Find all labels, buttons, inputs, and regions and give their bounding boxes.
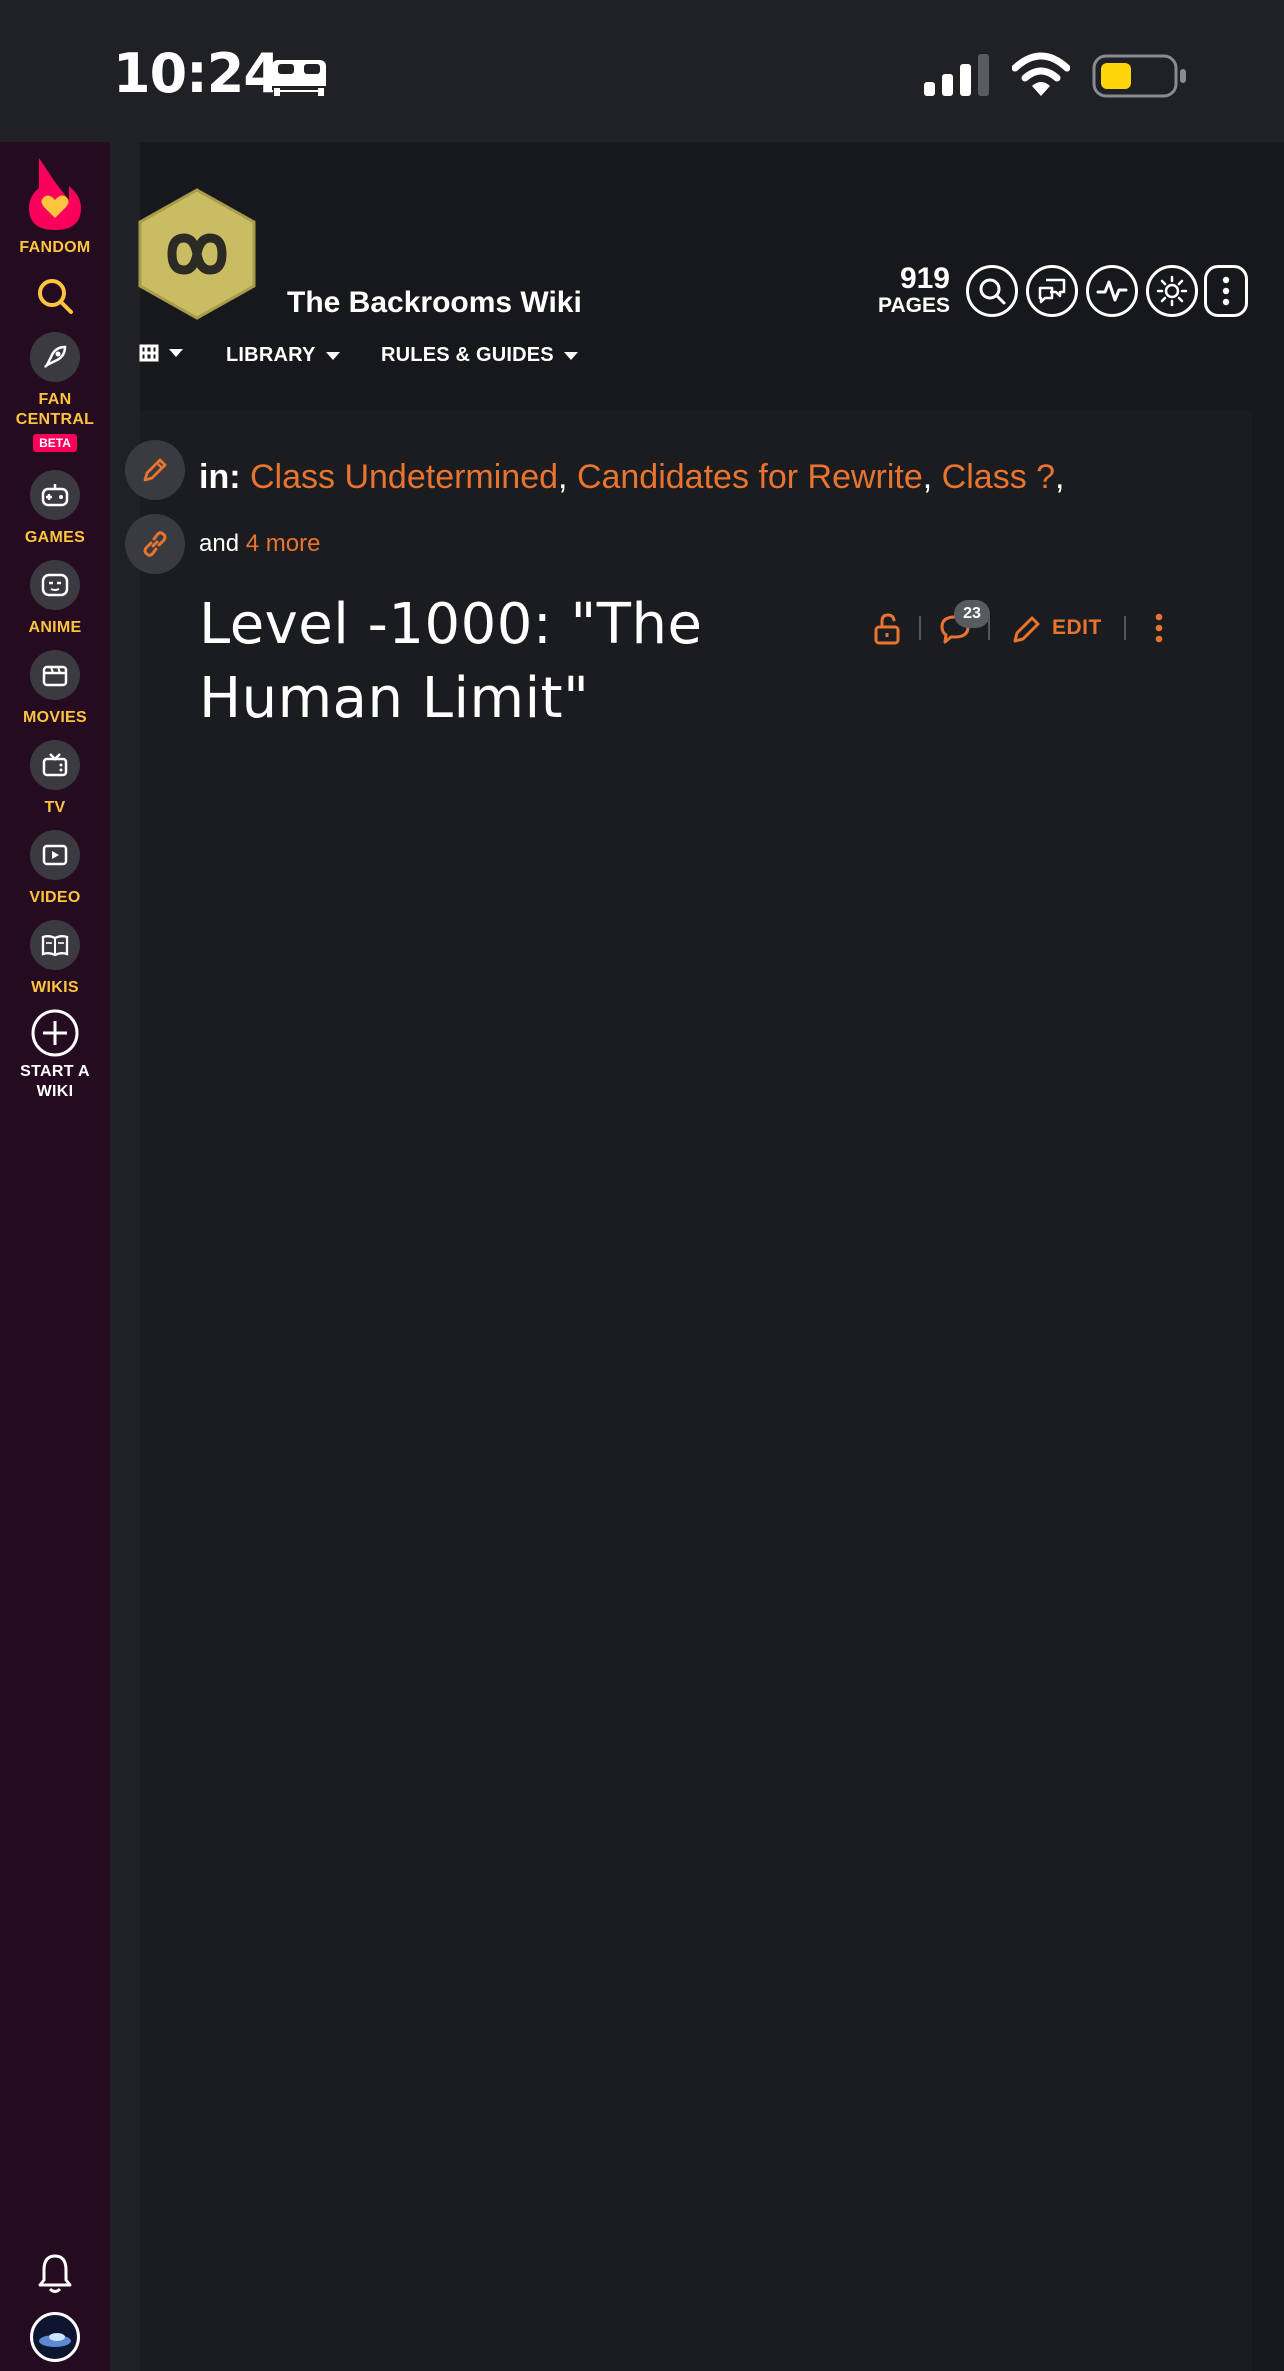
- comment-count-badge: 23: [954, 600, 990, 628]
- copy-link-button[interactable]: [125, 514, 185, 574]
- more-categories-link[interactable]: 4 more: [246, 530, 321, 557]
- user-avatar[interactable]: [30, 2312, 80, 2362]
- sidebar-item-video[interactable]: VIDEO: [0, 830, 110, 908]
- sidebar-item-wikis[interactable]: WIKIS: [0, 920, 110, 998]
- recent-activity-button[interactable]: [1086, 265, 1138, 317]
- sidebar-item-movies[interactable]: MOVIES: [0, 650, 110, 728]
- fandom-logo-icon: [29, 158, 81, 230]
- pages-count-number: 919: [899, 262, 950, 295]
- sidebar-item-label: VIDEO: [29, 889, 81, 906]
- sidebar-item-label: FAN CENTRAL: [15, 391, 95, 428]
- more-vertical-icon: [1222, 276, 1230, 306]
- category-list: in: Class Undetermined, Candidates for R…: [199, 458, 1065, 497]
- search-button[interactable]: [966, 265, 1018, 317]
- cellular-signal-icon: [924, 54, 989, 96]
- wiki-name[interactable]: The Backrooms Wiki: [287, 286, 582, 320]
- nav-wiki-menu[interactable]: [139, 344, 183, 362]
- wifi-icon: [1012, 52, 1070, 96]
- protection-lock-button[interactable]: [872, 612, 902, 646]
- sidebar-item-label: TV: [44, 799, 66, 816]
- category-link[interactable]: Candidates for Rewrite: [577, 458, 923, 496]
- sidebar-item-label: GAMES: [24, 529, 86, 546]
- action-divider: [988, 616, 990, 640]
- battery-icon: [1092, 54, 1186, 98]
- pencil-icon: [143, 458, 167, 482]
- more-vertical-icon: [1155, 613, 1163, 643]
- chevron-down-icon: [169, 349, 183, 357]
- pencil-icon: [1013, 616, 1040, 643]
- rocket-icon: [30, 332, 80, 382]
- avatar-image-icon: [39, 2333, 71, 2347]
- nav-rules-label: RULES & GUIDES: [381, 344, 554, 366]
- category-separator: ,: [1055, 458, 1065, 496]
- sun-icon: [1156, 275, 1188, 307]
- sleep-mode-icon: [272, 60, 326, 96]
- notifications-bell-icon[interactable]: [36, 2252, 74, 2294]
- pages-count-label: PAGES: [878, 294, 950, 317]
- nav-library-label: LIBRARY: [226, 344, 316, 366]
- sidebar-item-label: ANIME: [28, 619, 82, 636]
- play-icon: [30, 830, 80, 880]
- edit-label[interactable]: EDIT: [1052, 616, 1102, 640]
- sidebar-item-games[interactable]: GAMES: [0, 470, 110, 548]
- fandom-label: FANDOM: [19, 239, 91, 256]
- search-icon: [979, 278, 1006, 305]
- fandom-sidebar: FANDOM FAN CENTRAL BETA GAMES ANIME MOVI…: [0, 142, 110, 2371]
- nav-library[interactable]: LIBRARY: [226, 344, 340, 367]
- anime-face-icon: [30, 560, 80, 610]
- sidebar-item-label: WIKIS: [31, 979, 79, 996]
- app-root: 10:24 FANDOM FAN CENTRAL BETA GAMES ANIM…: [0, 0, 1284, 2371]
- link-icon: [143, 531, 167, 557]
- chevron-down-icon: [563, 351, 578, 360]
- wiki-home-icon: [139, 344, 159, 362]
- sidebar-item-anime[interactable]: ANIME: [0, 560, 110, 638]
- categories-and-label: and: [199, 530, 240, 557]
- plus-circle-icon: [31, 1009, 79, 1057]
- chevron-down-icon: [325, 351, 340, 360]
- categories-in-label: in:: [199, 458, 241, 496]
- more-options-button[interactable]: [1204, 265, 1248, 317]
- beta-badge: BETA: [33, 434, 77, 452]
- pages-count: 919 PAGES: [862, 264, 950, 318]
- sidebar-search-button[interactable]: [0, 276, 110, 316]
- fandom-logo-link[interactable]: FANDOM: [0, 156, 110, 258]
- discussions-icon: [1038, 278, 1066, 304]
- tv-icon: [30, 740, 80, 790]
- action-divider: [1124, 616, 1126, 640]
- activity-icon: [1096, 280, 1128, 302]
- action-divider: [919, 616, 921, 640]
- quick-edit-button[interactable]: [125, 440, 185, 500]
- page-actions-more-button[interactable]: [1150, 612, 1168, 646]
- discussions-button[interactable]: [1026, 265, 1078, 317]
- clapperboard-icon: [30, 650, 80, 700]
- theme-toggle-button[interactable]: [1146, 265, 1198, 317]
- wiki-logo-icon[interactable]: [136, 188, 258, 320]
- category-link[interactable]: Class Undetermined: [250, 458, 558, 496]
- search-icon: [38, 279, 73, 314]
- start-a-wiki-button[interactable]: START A WIKI: [0, 1008, 110, 1102]
- more-categories: and 4 more: [199, 530, 320, 558]
- status-time: 10:24: [113, 42, 281, 105]
- nav-rules-guides[interactable]: RULES & GUIDES: [381, 344, 578, 367]
- sidebar-item-label: MOVIES: [22, 709, 88, 726]
- category-link[interactable]: Class ?: [942, 458, 1055, 496]
- status-bar: 10:24: [0, 0, 1284, 142]
- sidebar-item-tv[interactable]: TV: [0, 740, 110, 818]
- category-separator: ,: [922, 458, 942, 496]
- start-a-wiki-label: START A WIKI: [20, 1063, 90, 1100]
- category-separator: ,: [558, 458, 577, 496]
- book-icon: [30, 920, 80, 970]
- page-title: Level -1000: "The Human Limit": [199, 592, 703, 731]
- unlock-icon: [874, 613, 900, 645]
- gamepad-icon: [30, 470, 80, 520]
- sidebar-item-fan-central[interactable]: FAN CENTRAL BETA: [0, 332, 110, 452]
